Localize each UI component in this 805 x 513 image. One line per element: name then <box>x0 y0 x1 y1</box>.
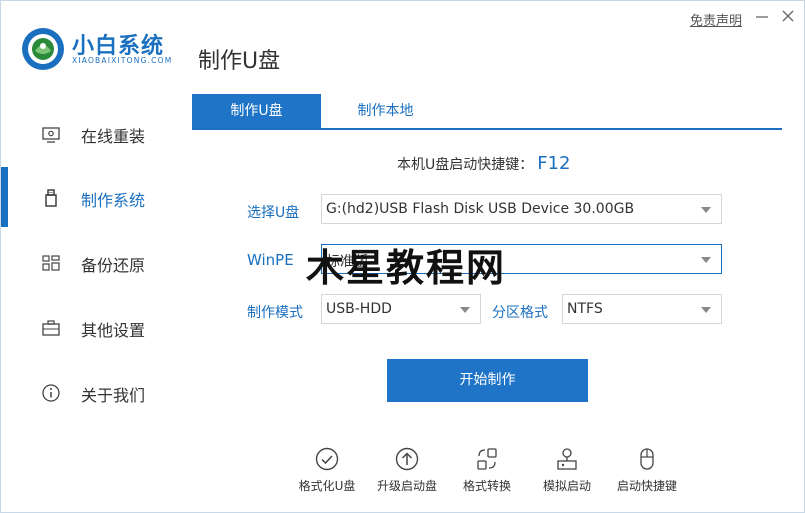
chevron-down-icon <box>701 257 711 263</box>
info-icon <box>42 384 60 402</box>
brand-subtitle: XIAOBAIXITONG.COM <box>72 56 173 65</box>
sidebar-item-other-settings[interactable]: 其他设置 <box>1 297 181 357</box>
monitor-icon <box>42 127 60 143</box>
tool-label: 启动快捷键 <box>616 479 677 493</box>
tab-make-local[interactable]: 制作本地 <box>321 94 450 128</box>
tool-format-convert[interactable]: 格式转换 <box>447 446 527 496</box>
upgrade-icon <box>395 447 419 471</box>
sidebar-item-about-us[interactable]: 关于我们 <box>1 362 181 422</box>
hotkey-info: 本机U盘启动快捷键： F12 <box>397 153 571 174</box>
backup-icon <box>42 255 60 271</box>
chevron-down-icon <box>460 307 470 313</box>
sidebar-item-backup-restore[interactable]: 备份还原 <box>1 232 181 292</box>
sidebar-item-label: 制作系统 <box>81 191 146 210</box>
tool-label: 升级启动盘 <box>376 479 437 493</box>
tool-label: 格式化U盘 <box>298 479 356 493</box>
hotkey-label: 本机U盘启动快捷键： <box>397 157 534 173</box>
disclaimer-link[interactable]: 免责声明 <box>690 10 742 29</box>
tool-label: 模拟启动 <box>542 479 591 493</box>
tool-upgrade-bootdisk[interactable]: 升级启动盘 <box>367 446 447 496</box>
sidebar-item-make-system[interactable]: 制作系统 <box>1 167 181 227</box>
mode-label: 制作模式 <box>247 305 303 321</box>
chevron-down-icon <box>701 207 711 213</box>
convert-icon <box>477 448 497 470</box>
sidebar-item-label: 关于我们 <box>81 386 146 405</box>
winpe-label: WinPE <box>247 251 294 269</box>
chevron-down-icon <box>701 307 711 313</box>
partition-label: 分区格式 <box>492 305 548 321</box>
mouse-icon <box>640 448 654 470</box>
hotkey-value: F12 <box>537 153 571 174</box>
check-circle-icon <box>315 447 339 471</box>
tool-boot-hotkey[interactable]: 启动快捷键 <box>607 446 687 496</box>
winpe-select-value: 标准版 <box>326 254 368 270</box>
start-make-button[interactable]: 开始制作 <box>387 359 588 402</box>
simulate-icon <box>557 448 577 470</box>
sidebar-item-online-reinstall[interactable]: 在线重装 <box>1 103 181 163</box>
tool-label: 格式转换 <box>462 479 511 493</box>
sidebar-item-label: 其他设置 <box>81 321 146 340</box>
minimize-icon[interactable] <box>753 7 771 25</box>
close-icon[interactable] <box>779 7 797 25</box>
partition-select[interactable]: NTFS <box>562 294 722 324</box>
mode-select[interactable]: USB-HDD <box>321 294 481 324</box>
tab-bar: 制作U盘 制作本地 <box>192 94 782 130</box>
winpe-select[interactable]: 标准版 <box>321 244 722 274</box>
usb-select-label: 选择U盘 <box>247 205 300 221</box>
sidebar-item-label: 备份还原 <box>81 256 146 275</box>
tool-format-usb[interactable]: 格式化U盘 <box>287 446 367 496</box>
briefcase-icon <box>42 320 60 336</box>
tool-simulate-boot[interactable]: 模拟启动 <box>527 446 607 496</box>
usb-icon <box>45 189 57 207</box>
app-window: 小白系统 XIAOBAIXITONG.COM 制作U盘 免责声明 在线重装 制作… <box>0 0 805 513</box>
usb-select-value: G:(hd2)USB Flash Disk USB Device 30.00GB <box>326 201 635 217</box>
sidebar-item-label: 在线重装 <box>81 127 146 146</box>
usb-select[interactable]: G:(hd2)USB Flash Disk USB Device 30.00GB <box>321 194 722 224</box>
tab-make-usb[interactable]: 制作U盘 <box>192 94 321 128</box>
mode-select-value: USB-HDD <box>326 301 392 317</box>
page-title: 制作U盘 <box>198 49 281 74</box>
partition-select-value: NTFS <box>567 301 603 317</box>
logo-icon <box>22 28 64 70</box>
